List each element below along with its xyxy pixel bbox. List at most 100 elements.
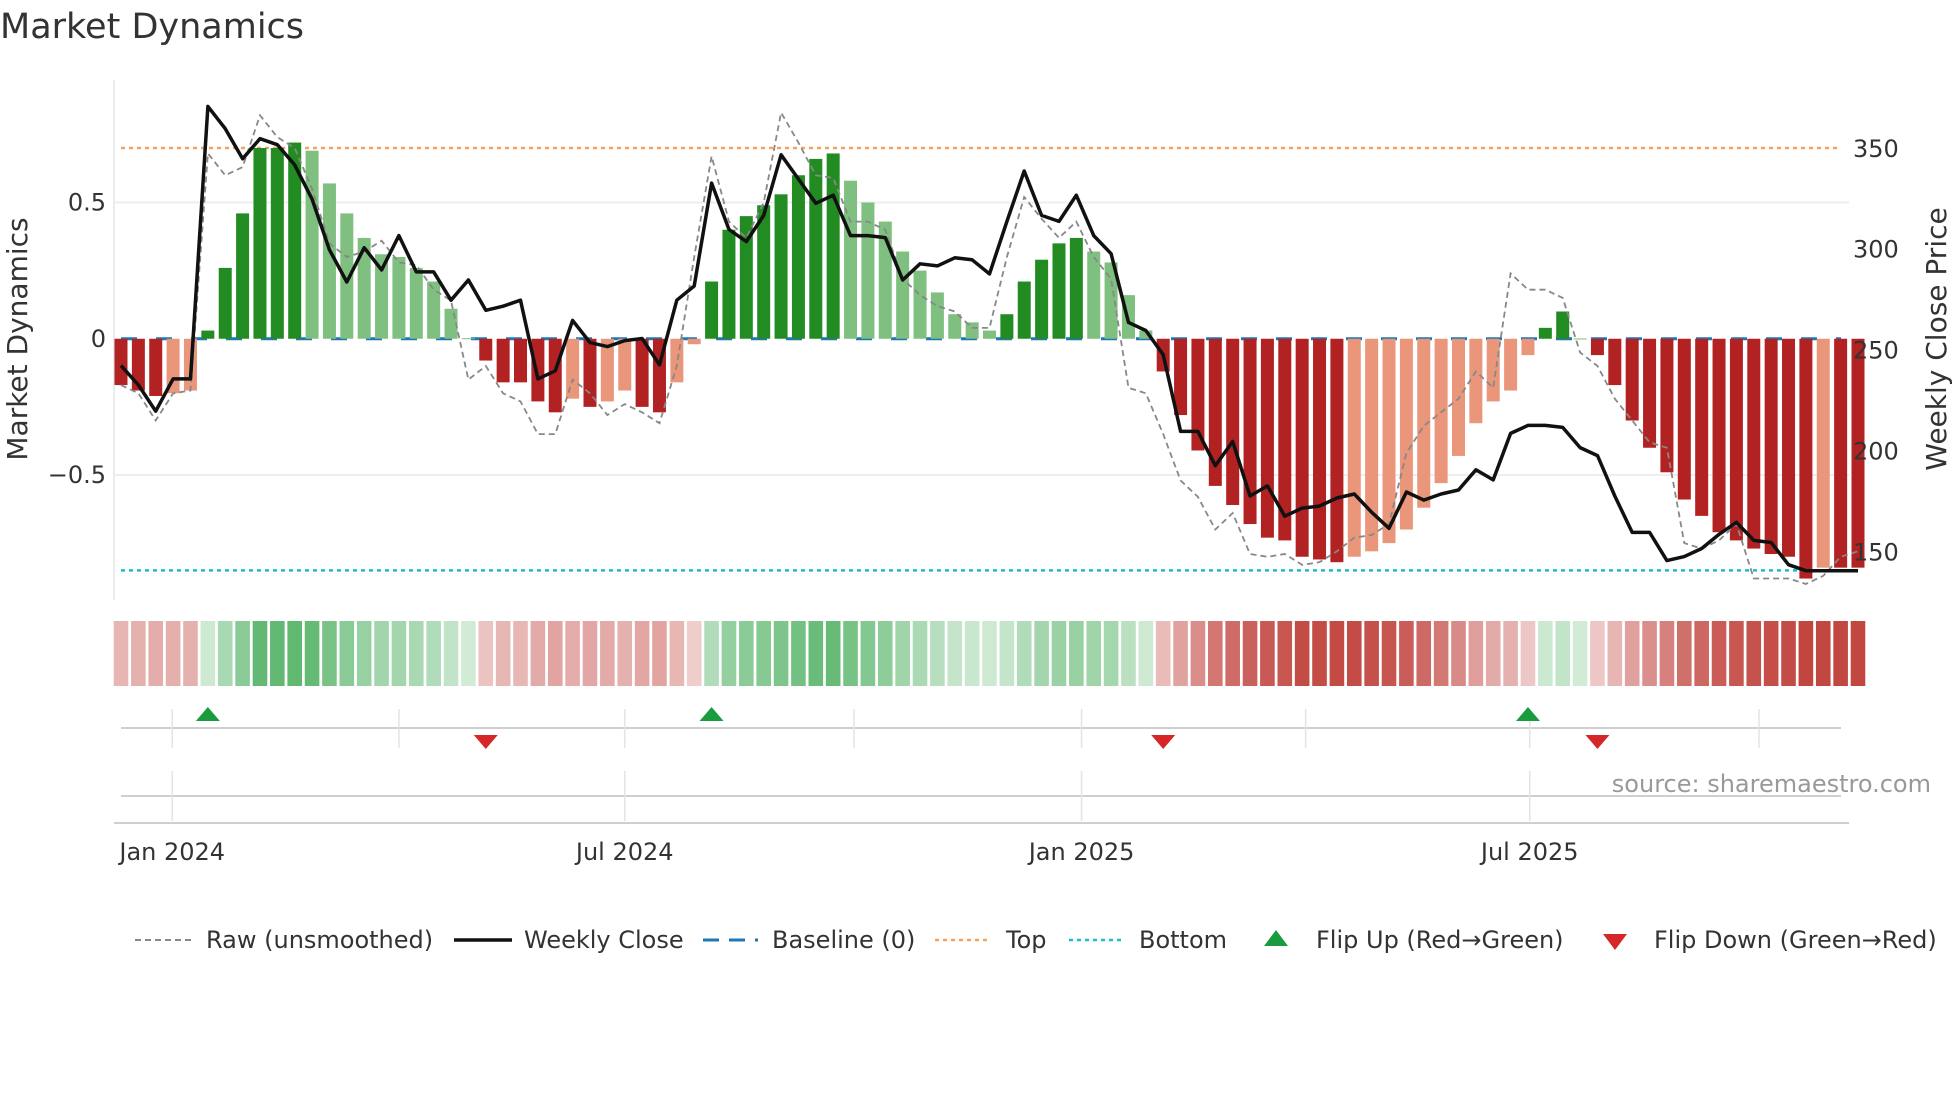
heatmap-cell [461,621,476,686]
legend-bottom-label: Bottom [1139,926,1227,954]
y2-axis-label: Weekly Close Price [1920,207,1953,470]
bar-positive [983,330,996,339]
legend-top-label: Top [1005,926,1047,954]
bar-negative [1295,338,1309,557]
heatmap-cell [634,621,650,686]
heatmap-cell [165,621,181,686]
heatmap-cell [808,621,824,686]
bar-negative [1712,338,1726,533]
heatmap-cell [1538,621,1553,686]
bar-positive [1538,327,1552,339]
heatmap-cell [1242,621,1258,686]
bar-negative [1625,338,1639,421]
heatmap-cell [1763,621,1779,686]
heatmap-cell [408,621,424,686]
heatmap-cell [652,621,667,686]
heatmap-cell [443,621,459,686]
bar-negative [1347,338,1361,557]
bar-negative [1469,338,1483,424]
bar-positive [1035,259,1049,339]
heatmap-cell [1607,621,1623,686]
heatmap-cell [1850,621,1866,686]
heatmap-cell [1173,621,1188,686]
heatmap-cell [669,621,685,686]
heatmap-cell [1433,621,1449,686]
heatmap-cell [304,621,320,686]
heatmap-cell [982,621,997,686]
x-tick-label: Jul 2025 [1479,838,1579,866]
heatmap-cell [113,621,129,686]
bar-positive [1017,281,1031,339]
heatmap-cell [339,621,355,686]
heatmap-cell [1590,621,1605,686]
heatmap-cell [252,621,268,686]
legend-flip-down-icon [1603,934,1627,950]
heatmap-cell [1381,621,1397,686]
heatmap-cell [547,621,563,686]
bar-positive [392,257,406,339]
bar-positive [913,270,927,339]
y-tick-label: 0.5 [68,189,106,217]
heatmap-cell [1277,621,1293,686]
bar-negative [670,338,684,383]
bar-negative [1330,338,1344,563]
bar-positive [861,202,875,339]
heatmap-cell [1572,621,1588,686]
bar-positive [791,175,805,339]
heatmap-cell [478,621,494,686]
flip-down-marker [1151,735,1176,749]
heatmap-cell [600,621,615,686]
heatmap-cell [391,621,407,686]
bar-positive [253,148,267,339]
heatmap-cell [1294,621,1310,686]
bar-positive [1069,237,1083,339]
bar-negative [583,338,597,407]
heatmap-cell [1555,621,1571,686]
y2-tick-label: 200 [1853,438,1899,466]
bar-positive [722,229,736,339]
flip-down-marker [1585,735,1610,749]
heatmap-cell [686,621,702,686]
heatmap-cell [1659,621,1675,686]
bar-positive [930,292,944,339]
heatmap-cell [1016,621,1032,686]
heatmap-cell [1468,621,1484,686]
heatmap-cell [1155,621,1171,686]
heatmap-cell [999,621,1015,686]
heatmap-cell [1103,621,1119,686]
legend-flip-down-label: Flip Down (Green→Red) [1654,926,1937,954]
bar-positive [409,267,423,339]
heatmap-cell [1503,621,1518,686]
heatmap-cell [1312,621,1327,686]
bar-negative [1521,338,1535,356]
y-axis-label: Market Dynamics [1,217,34,460]
y2-tick-label: 300 [1853,236,1899,264]
heatmap-cell [1329,621,1345,686]
dynamics-bars [114,142,1865,579]
heatmap-cell [825,621,841,686]
flip-down-marker [473,735,498,749]
heatmap-cell [1815,621,1831,686]
bar-negative [1226,338,1240,505]
bar-negative [1729,338,1743,541]
heatmap-cell [1694,621,1709,686]
heatmap-cell [877,621,893,686]
heatmap-cell [895,621,910,686]
heatmap-cell [1069,621,1084,686]
bar-negative [1365,338,1379,552]
heatmap-cell [565,621,580,686]
bar-negative [1816,338,1830,568]
bar-negative [1608,338,1622,386]
bar-positive [1573,338,1587,340]
heatmap-cell [1121,621,1136,686]
chart-title: Market Dynamics [0,7,304,47]
bar-negative [1382,338,1396,544]
bar-negative [1782,338,1796,557]
bar-negative [1677,338,1691,500]
y-tick-label: 0 [91,325,106,353]
bar-positive [236,213,250,339]
heatmap-cell [1746,621,1762,686]
heatmap-cell [860,621,876,686]
bar-negative [514,338,528,383]
bar-negative [1590,338,1604,356]
